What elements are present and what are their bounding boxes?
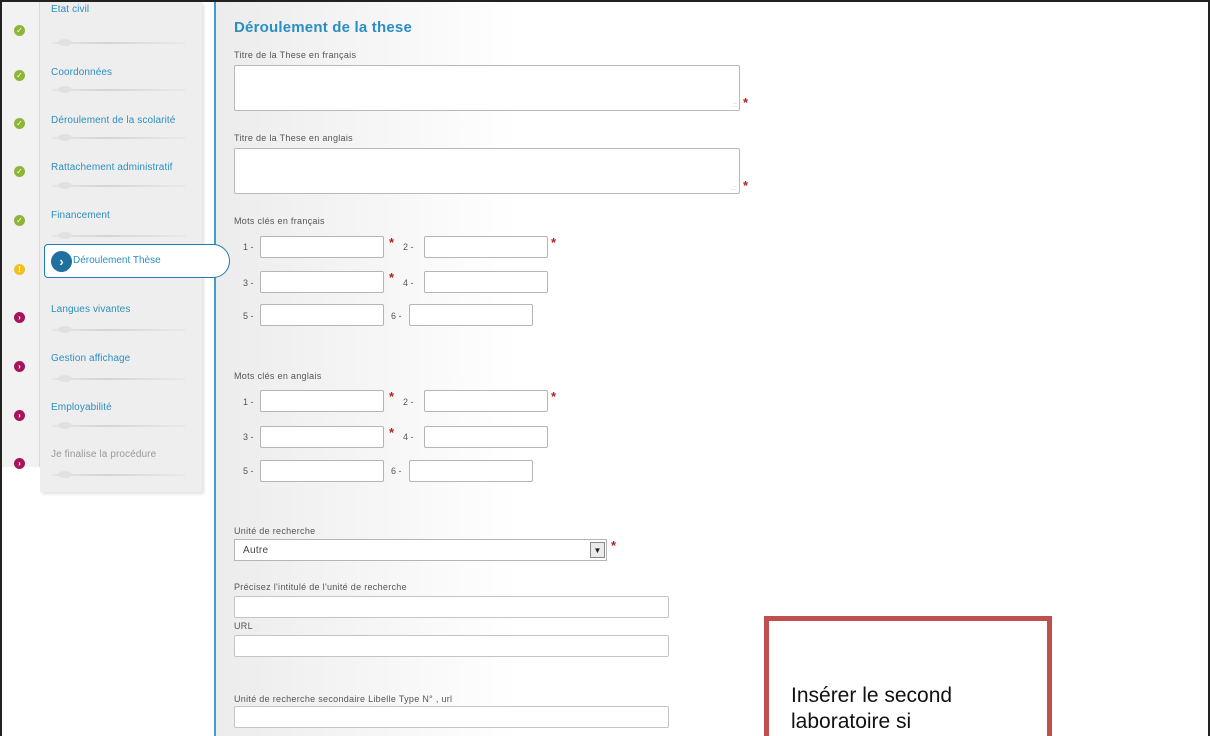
keyword-fr-5-input[interactable] xyxy=(260,304,384,326)
thesis-title-fr-label: Titre de la These en français xyxy=(234,50,357,60)
keyword-fr-3-input[interactable] xyxy=(260,271,384,293)
exclamation-icon: ! xyxy=(14,264,25,275)
progress-slider xyxy=(52,39,186,46)
keyword-en-2-input[interactable] xyxy=(424,390,548,412)
sidebar-item-label: Employabilité xyxy=(51,402,112,413)
keyword-fr-6-input[interactable] xyxy=(409,304,533,326)
sidebar-item-label: Financement xyxy=(51,210,110,221)
required-marker: * xyxy=(743,95,749,110)
required-marker: * xyxy=(389,235,395,250)
required-marker: * xyxy=(743,178,749,193)
sidebar-item-label: Etat civil xyxy=(51,4,90,15)
progress-slider xyxy=(52,86,186,93)
research-unit-select[interactable]: Autre ▼ xyxy=(234,539,607,561)
resize-grip-icon[interactable]: .:: xyxy=(731,102,737,109)
progress-slider xyxy=(52,134,186,141)
keyword-fr-5-number: 5 - xyxy=(243,311,254,321)
page-title: Déroulement de la these xyxy=(234,19,412,36)
keyword-en-2-number: 2 - xyxy=(403,397,414,407)
thesis-title-fr-textarea[interactable]: .:: xyxy=(234,65,740,111)
sidebar-item-etat-civil[interactable]: Etat civil xyxy=(40,2,202,49)
keyword-en-6-number: 6 - xyxy=(391,466,402,476)
sidebar-item-deroulement-these[interactable]: › Déroulement Thèse xyxy=(44,244,230,278)
sidebar-item-coordonnees[interactable]: Coordonnées xyxy=(40,49,202,96)
secondary-unit-input[interactable] xyxy=(234,706,669,728)
required-marker: * xyxy=(611,538,617,553)
sidebar-item-label: Langues vivantes xyxy=(51,304,131,315)
chevron-right-icon: › xyxy=(14,312,25,323)
research-unit-name-input[interactable] xyxy=(234,596,669,618)
research-unit-selected: Autre xyxy=(243,545,269,556)
keywords-fr-label: Mots clés en français xyxy=(234,216,325,226)
sidebar-item-gestion-affichage[interactable]: Gestion affichage xyxy=(40,331,202,382)
keyword-en-6-input[interactable] xyxy=(409,460,533,482)
keyword-fr-4-input[interactable] xyxy=(424,271,548,293)
keyword-fr-1-number: 1 - xyxy=(243,242,254,252)
chevron-right-icon: › xyxy=(51,251,72,272)
keyword-fr-2-input[interactable] xyxy=(424,236,548,258)
check-icon: ✓ xyxy=(14,118,25,129)
keyword-en-4-number: 4 - xyxy=(403,432,414,442)
progress-slider xyxy=(52,232,186,239)
check-icon: ✓ xyxy=(14,166,25,177)
keyword-en-3-number: 3 - xyxy=(243,432,254,442)
chevron-right-icon: › xyxy=(14,458,25,469)
dropdown-arrow-icon[interactable]: ▼ xyxy=(590,542,605,558)
chevron-right-icon: › xyxy=(14,361,25,372)
sidebar-item-scolarite[interactable]: Déroulement de la scolarité xyxy=(40,96,202,143)
sidebar-item-label: Gestion affichage xyxy=(51,353,131,364)
sidebar-item-finalise: Je finalise la procédure xyxy=(40,425,202,478)
keyword-en-1-input[interactable] xyxy=(260,390,384,412)
progress-slider xyxy=(52,182,186,189)
keyword-en-5-number: 5 - xyxy=(243,466,254,476)
keyword-fr-2-number: 2 - xyxy=(403,242,414,252)
check-icon: ✓ xyxy=(14,25,25,36)
sidebar-item-label: Rattachement administratif xyxy=(51,162,173,173)
keyword-fr-1-input[interactable] xyxy=(260,236,384,258)
thesis-title-en-label: Titre de la These en anglais xyxy=(234,133,353,143)
thesis-title-en-textarea[interactable]: .:: xyxy=(234,148,740,194)
chevron-right-icon: › xyxy=(14,410,25,421)
secondary-unit-label: Unité de recherche secondaire Libelle Ty… xyxy=(234,694,453,704)
keyword-en-3-input[interactable] xyxy=(260,426,384,448)
check-icon: ✓ xyxy=(14,70,25,81)
content-divider xyxy=(214,2,216,736)
annotation-callout: Insérer le second laboratoire si xyxy=(764,616,1052,736)
keyword-en-5-input[interactable] xyxy=(260,460,384,482)
sidebar-item-label: Déroulement Thèse xyxy=(73,255,161,266)
sidebar-item-financement[interactable]: Financement xyxy=(40,190,202,239)
keywords-en-label: Mots clés en anglais xyxy=(234,371,322,381)
required-marker: * xyxy=(389,270,395,285)
sidebar-item-rattachement[interactable]: Rattachement administratif xyxy=(40,143,202,190)
sidebar-item-label: Coordonnées xyxy=(51,67,113,78)
required-marker: * xyxy=(389,389,395,404)
required-marker: * xyxy=(551,389,557,404)
research-unit-label: Unité de recherche xyxy=(234,526,316,536)
keyword-en-1-number: 1 - xyxy=(243,397,254,407)
annotation-text: Insérer le second laboratoire si xyxy=(791,684,953,733)
keyword-en-4-input[interactable] xyxy=(424,426,548,448)
keyword-fr-6-number: 6 - xyxy=(391,311,402,321)
research-unit-name-label: Précisez l'intitulé de l'unité de recher… xyxy=(234,582,407,592)
required-marker: * xyxy=(389,425,395,440)
keyword-fr-3-number: 3 - xyxy=(243,278,254,288)
sidebar-item-label: Déroulement de la scolarité xyxy=(51,115,176,126)
progress-slider xyxy=(52,471,186,478)
keyword-fr-4-number: 4 - xyxy=(403,278,414,288)
url-input[interactable] xyxy=(234,635,669,657)
url-label: URL xyxy=(234,621,253,631)
check-icon: ✓ xyxy=(14,215,25,226)
content-background xyxy=(216,2,516,736)
resize-grip-icon[interactable]: .:: xyxy=(731,185,737,192)
sidebar-item-employabilite[interactable]: Employabilité xyxy=(40,378,202,429)
sidebar-item-langues[interactable]: Langues vivantes xyxy=(40,284,202,333)
sidebar-item-label: Je finalise la procédure xyxy=(51,449,157,460)
required-marker: * xyxy=(551,235,557,250)
